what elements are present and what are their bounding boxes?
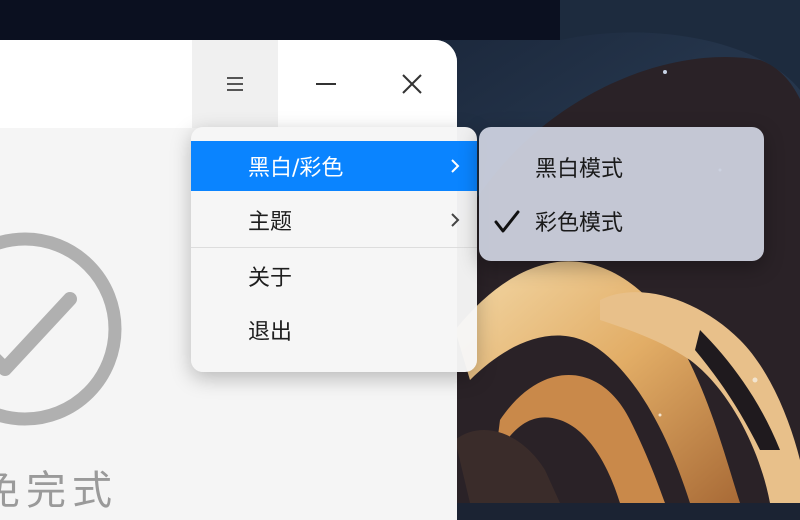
submenu-item-bw-mode[interactable]: 黑白模式 <box>479 141 764 193</box>
close-icon <box>402 74 422 94</box>
hamburger-icon <box>227 77 243 91</box>
minimize-button[interactable] <box>286 40 366 128</box>
menu-item-quit[interactable]: 退出 <box>191 305 477 355</box>
chevron-right-icon <box>451 213 460 227</box>
submenu-item-color-mode[interactable]: 彩色模式 <box>479 195 764 247</box>
main-menu-button[interactable] <box>192 40 278 128</box>
status-text: 免完式 <box>0 468 118 514</box>
submenu-item-label: 黑白模式 <box>535 157 624 182</box>
menu-item-label: 黑白/彩色 <box>248 156 344 181</box>
menu-separator <box>191 247 477 248</box>
menu-item-label: 关于 <box>248 266 293 291</box>
minimize-icon <box>316 83 336 85</box>
menu-item-label: 主题 <box>248 210 293 235</box>
circle-check-icon <box>0 232 122 426</box>
menu-item-label: 退出 <box>248 320 293 345</box>
title-bar <box>0 40 457 128</box>
color-mode-submenu: 黑白模式 彩色模式 <box>479 127 764 261</box>
menu-item-about[interactable]: 关于 <box>191 251 477 301</box>
menu-item-color-mode[interactable]: 黑白/彩色 <box>191 141 477 191</box>
submenu-item-label: 彩色模式 <box>535 211 624 236</box>
close-button[interactable] <box>372 40 452 128</box>
context-menu: 黑白/彩色 主题 关于 退出 <box>191 127 477 372</box>
menu-item-theme[interactable]: 主题 <box>191 195 477 245</box>
checkmark-icon <box>494 210 520 233</box>
chevron-right-icon <box>451 159 460 173</box>
